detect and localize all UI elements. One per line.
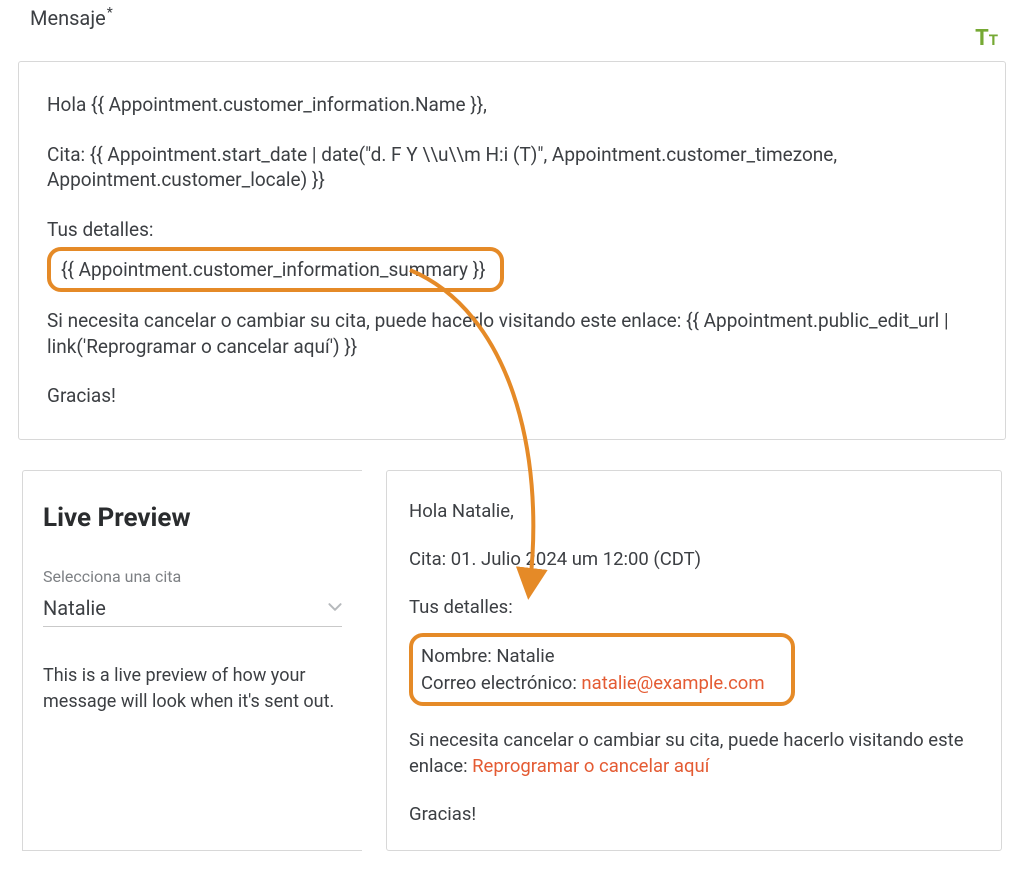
appointment-select[interactable]: Natalie — [43, 596, 342, 627]
preview-name-value: Natalie — [496, 645, 554, 667]
text-format-icon[interactable]: TT — [975, 6, 1006, 51]
preview-summary-highlight: Nombre: Natalie Correo electrónico: nata… — [409, 633, 795, 707]
live-preview-description: This is a live preview of how your messa… — [43, 663, 342, 715]
preview-output-panel: Hola Natalie, Cita: 01. Julio 2024 um 12… — [386, 470, 1002, 851]
page-root: Mensaje* TT Hola {{ Appointment.customer… — [0, 0, 1024, 886]
preview-cancel-row: Si necesita cancelar o cambiar su cita, … — [409, 728, 979, 780]
message-editor[interactable]: Hola {{ Appointment.customer_information… — [18, 61, 1006, 440]
lower-section: Live Preview Selecciona una cita Natalie… — [18, 470, 1006, 851]
editor-label-text: Mensaje — [30, 6, 106, 30]
editor-thanks: Gracias! — [47, 383, 977, 409]
preview-name-row: Nombre: Natalie — [421, 643, 765, 670]
appointment-select-label: Selecciona una cita — [43, 567, 342, 586]
live-preview-title: Live Preview — [43, 503, 342, 533]
required-asterisk: * — [107, 5, 113, 21]
preview-cancel-link[interactable]: Reprogramar o cancelar aquí — [472, 755, 709, 777]
preview-email-row: Correo electrónico: natalie@example.com — [421, 670, 765, 697]
editor-summary-highlight: {{ Appointment.customer_information_summ… — [47, 247, 504, 293]
editor-header: Mensaje* TT — [18, 6, 1006, 51]
editor-label: Mensaje* — [30, 6, 112, 30]
preview-email-link[interactable]: natalie@example.com — [581, 672, 764, 694]
editor-cancel-text: Si necesita cancelar o cambiar su cita, … — [47, 308, 977, 359]
preview-email-label: Correo electrónico: — [421, 672, 581, 694]
chevron-down-icon — [328, 599, 342, 618]
appointment-select-value: Natalie — [43, 596, 106, 620]
editor-greeting: Hola {{ Appointment.customer_information… — [47, 92, 977, 118]
editor-summary-var: {{ Appointment.customer_information_summ… — [61, 258, 486, 281]
preview-cita: Cita: 01. Julio 2024 um 12:00 (CDT) — [409, 547, 979, 573]
editor-details-label: Tus detalles: — [47, 217, 977, 243]
preview-greeting: Hola Natalie, — [409, 499, 979, 525]
live-preview-panel: Live Preview Selecciona una cita Natalie… — [22, 470, 362, 851]
preview-details-label: Tus detalles: — [409, 595, 979, 621]
preview-thanks: Gracias! — [409, 802, 979, 828]
editor-cita: Cita: {{ Appointment.start_date | date("… — [47, 142, 977, 193]
preview-name-label: Nombre: — [421, 645, 496, 667]
